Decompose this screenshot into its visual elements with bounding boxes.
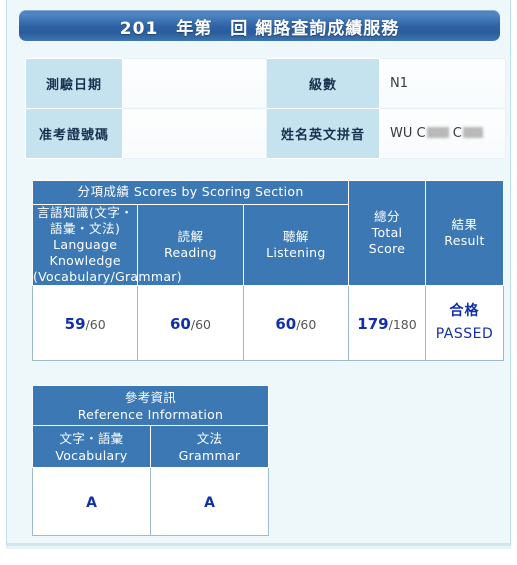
listening-header-jp: 聴解 [282, 229, 309, 244]
level-value: N1 [379, 58, 506, 109]
result-header-en: Result [444, 233, 485, 248]
page-title: 201 年第 回 網路查詢成績服務 [119, 19, 400, 39]
vocabulary-header-en: Vocabulary [55, 447, 128, 463]
listening-max: /60 [296, 316, 317, 332]
result-header: 結果 Result [425, 180, 504, 286]
total-score-header-jp: 總分 [373, 209, 400, 224]
reference-group-header-en: Reference Information [77, 406, 224, 422]
grammar-header: 文法 Grammar [150, 425, 269, 468]
page-frame: 201 年第 回 網路查詢成績服務 測驗日期 級數 N1 准考證號碼 姓名英文拼… [6, 0, 511, 549]
language-knowledge-header-en2: (Vocabulary/Grammar) [33, 269, 182, 284]
result-page: 201 年第 回 網路查詢成績服務 測驗日期 級數 N1 准考證號碼 姓名英文拼… [0, 0, 517, 565]
reading-header-jp: 読解 [177, 229, 204, 244]
result-cell: 合格 PASSED [425, 285, 504, 361]
total-score: 179 [357, 314, 389, 333]
reference-group-header-jp: 參考資訊 [124, 389, 177, 405]
language-knowledge-score-cell: 59/60 [31, 285, 139, 361]
listening-score: 60 [275, 314, 297, 333]
table-row: 測驗日期 級數 N1 [25, 58, 506, 109]
reading-score-cell: 60/60 [137, 285, 244, 361]
reference-group-header: 參考資訊 Reference Information [32, 385, 269, 426]
scores-group-header-row: 分項成績 Scores by Scoring Section 總分 Total … [32, 180, 504, 286]
table-row: 准考證號碼 姓名英文拼音 WU C C [25, 108, 506, 159]
redaction-block [462, 127, 483, 138]
listening-header: 聴解 Listening [242, 204, 350, 286]
registration-number-label: 准考證號碼 [25, 108, 123, 159]
exam-date-label: 測驗日期 [25, 58, 123, 109]
language-knowledge-header-en: Language Knowledge [49, 237, 121, 268]
reading-max: /60 [190, 316, 211, 332]
vocabulary-grade-cell: A [32, 467, 151, 536]
name-part-2: C [452, 126, 462, 141]
candidate-info-table: 測驗日期 級數 N1 准考證號碼 姓名英文拼音 WU C C [25, 58, 506, 159]
name-romanized-value: WU C C [379, 108, 506, 159]
registration-number-value [122, 108, 267, 159]
language-knowledge-max: /60 [85, 316, 106, 332]
grammar-header-jp: 文法 [196, 430, 223, 446]
scores-group-header-en: Scores by Scoring Section [133, 184, 304, 199]
result-value-en: PASSED [435, 326, 494, 342]
reference-subheader-row: 文字・語彙 Vocabulary 文法 Grammar [32, 425, 269, 468]
language-knowledge-header-jp: 言語知識(文字・語彙・文法) [36, 205, 134, 236]
result-header-jp: 結果 [451, 217, 478, 232]
grammar-grade-cell: A [150, 467, 269, 536]
page-title-bar: 201 年第 回 網路查詢成績服務 [19, 10, 500, 41]
name-romanized-label: 姓名英文拼音 [266, 108, 380, 159]
redaction-block [426, 127, 449, 138]
reference-information-table: 參考資訊 Reference Information 文字・語彙 Vocabul… [32, 385, 269, 536]
listening-header-en: Listening [266, 245, 326, 260]
scores-section-group-header: 分項成績 Scores by Scoring Section [32, 180, 349, 205]
scores-table: 分項成績 Scores by Scoring Section 總分 Total … [31, 180, 504, 361]
vocabulary-header-jp: 文字・語彙 [59, 430, 124, 446]
result-value-jp: 合格 [449, 303, 480, 319]
exam-date-value [122, 58, 267, 109]
scores-value-row: 59/60 60/60 60/60 179/180 合格 PASSED [31, 285, 504, 361]
reading-score: 60 [169, 314, 191, 333]
language-knowledge-header: 言語知識(文字・語彙・文法) Language Knowledge (Vocab… [31, 204, 182, 286]
name-part-1: WU C [390, 126, 426, 141]
scores-group-header-jp: 分項成績 [77, 184, 130, 199]
total-score-header-en2: Score [368, 241, 406, 256]
grammar-header-en: Grammar [178, 447, 241, 463]
reference-value-row: A A [32, 467, 269, 536]
language-knowledge-score: 59 [64, 314, 86, 333]
total-score-header-en: Total [371, 225, 403, 240]
level-label: 級數 [266, 58, 380, 109]
vocabulary-header: 文字・語彙 Vocabulary [32, 425, 151, 468]
total-score-header: 總分 Total Score [348, 180, 426, 286]
vocabulary-grade: A [86, 495, 97, 511]
total-score-cell: 179/180 [348, 285, 426, 361]
grammar-grade: A [204, 495, 215, 511]
reading-header-en: Reading [164, 245, 217, 260]
total-score-max: /180 [388, 316, 417, 332]
listening-score-cell: 60/60 [242, 285, 350, 361]
reference-group-header-row: 參考資訊 Reference Information [32, 385, 269, 426]
